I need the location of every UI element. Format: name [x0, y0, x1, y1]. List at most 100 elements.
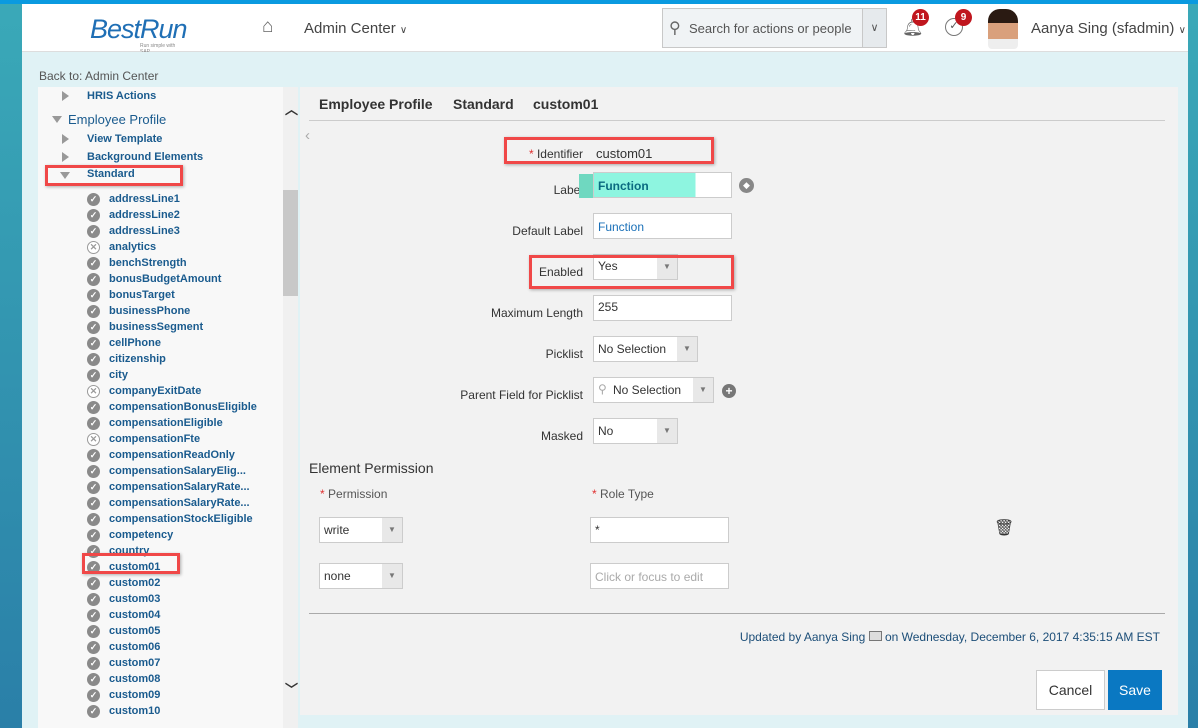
tree-item-field[interactable]: compensationSalaryRate... [109, 497, 250, 509]
tree-item-hris-actions[interactable]: HRIS Actions [87, 90, 156, 102]
sidebar-scrollbar[interactable]: ︿ ﹀ [283, 87, 298, 728]
tree-item-field[interactable]: custom02 [109, 577, 160, 589]
disabled-x-icon: ✕ [87, 433, 100, 446]
tree-item-field[interactable]: custom08 [109, 673, 160, 685]
tree-item-view-template[interactable]: View Template [87, 133, 162, 145]
dropdown-arrow-icon: ▼ [382, 518, 402, 542]
tree-item-field[interactable]: compensationStockEligible [109, 513, 253, 525]
tree-item-field[interactable]: custom06 [109, 641, 160, 653]
enabled-check-icon: ✓ [87, 449, 100, 462]
enabled-check-icon: ✓ [87, 673, 100, 686]
cancel-button[interactable]: Cancel [1036, 670, 1105, 710]
label-fill-marker [579, 174, 594, 198]
tree-item-field[interactable]: compensationBonusEligible [109, 401, 257, 413]
globe-icon[interactable]: ◆ [739, 178, 754, 193]
business-card-icon[interactable] [868, 631, 882, 641]
expand-icon[interactable] [62, 152, 69, 162]
tree-item-field[interactable]: compensationReadOnly [109, 449, 235, 461]
avatar[interactable] [988, 9, 1018, 49]
disabled-x-icon: ✕ [87, 385, 100, 398]
tree-item-field[interactable]: custom04 [109, 609, 160, 621]
tree-item-field[interactable]: businessPhone [109, 305, 190, 317]
parent-field-select[interactable]: ⚲ No Selection ▼ [593, 377, 714, 403]
enabled-check-icon: ✓ [87, 689, 100, 702]
tree-item-field[interactable]: custom05 [109, 625, 160, 637]
label-label: Label [553, 183, 583, 197]
breadcrumb-standard[interactable]: Standard [453, 96, 514, 112]
role-type-input-row2[interactable]: Click or focus to edit [590, 563, 729, 589]
tree-item-field[interactable]: custom07 [109, 657, 160, 669]
dropdown-arrow-icon: ▼ [382, 564, 402, 588]
tree-item-field[interactable]: custom03 [109, 593, 160, 605]
bestrun-logo[interactable]: BestRunRun simple with SAP [90, 14, 188, 55]
role-type-input-row1[interactable]: * [590, 517, 729, 543]
default-label-input[interactable]: Function [593, 213, 732, 239]
breadcrumb-employee-profile[interactable]: Employee Profile [319, 96, 433, 112]
tree-item-field[interactable]: benchStrength [109, 257, 187, 269]
enabled-check-icon: ✓ [87, 337, 100, 350]
tree-item-field[interactable]: addressLine2 [109, 209, 180, 221]
trash-icon[interactable]: 🗑︎ [994, 518, 1014, 538]
tree-item-field[interactable]: citizenship [109, 353, 166, 365]
picklist-select[interactable]: No Selection ▼ [593, 336, 698, 362]
label-input[interactable]: Function [593, 172, 732, 198]
tree-item-field[interactable]: compensationEligible [109, 417, 223, 429]
tree-item-field[interactable]: competency [109, 529, 173, 541]
search-input[interactable]: ⚲ Search for actions or people ∨ [662, 8, 887, 48]
tree-item-field[interactable]: compensationSalaryRate... [109, 481, 250, 493]
collapse-left-icon[interactable]: ‹ [305, 127, 310, 144]
highlight-identifier [504, 137, 714, 164]
chevron-down-icon: ∨ [399, 25, 408, 36]
scroll-up-icon[interactable]: ︿ [285, 99, 298, 118]
max-length-input[interactable]: 255 [593, 295, 732, 321]
enabled-check-icon: ✓ [87, 401, 100, 414]
highlight-custom01 [82, 553, 180, 574]
back-link[interactable]: Back to: Admin Center [39, 69, 158, 83]
tree-item-field[interactable]: cellPhone [109, 337, 161, 349]
updated-by[interactable]: Updated by Aanya Sing [740, 630, 865, 644]
highlight-enabled [529, 255, 734, 289]
tree-item-field[interactable]: companyExitDate [109, 385, 201, 397]
tree-item-field[interactable]: compensationSalaryElig... [109, 465, 246, 477]
enabled-check-icon: ✓ [87, 705, 100, 718]
main-panel: Employee Profile Standard custom01 ‹ * I… [300, 87, 1178, 715]
tree-item-field[interactable]: addressLine1 [109, 193, 180, 205]
enabled-check-icon: ✓ [87, 209, 100, 222]
parent-field-label: Parent Field for Picklist [460, 388, 583, 402]
enabled-check-icon: ✓ [87, 273, 100, 286]
search-dropdown-button[interactable]: ∨ [862, 9, 886, 47]
expand-icon[interactable] [62, 134, 69, 144]
updated-info: Updated by Aanya Sing on Wednesday, Dece… [739, 630, 1160, 644]
tree-item-employee-profile[interactable]: Employee Profile [68, 112, 166, 127]
picklist-label: Picklist [545, 347, 583, 361]
user-menu[interactable]: Aanya Sing (sfadmin) ∨ [1031, 20, 1186, 37]
home-icon[interactable]: ⌂ [262, 16, 273, 38]
dropdown-arrow-icon: ▼ [677, 337, 697, 361]
add-icon[interactable]: + [722, 384, 736, 398]
enabled-check-icon: ✓ [87, 225, 100, 238]
tree-item-field[interactable]: analytics [109, 241, 156, 253]
role-type-placeholder: Click or focus to edit [595, 570, 704, 584]
tree-item-field[interactable]: city [109, 369, 128, 381]
tree-item-field[interactable]: custom09 [109, 689, 160, 701]
tree-item-field[interactable]: compensationFte [109, 433, 200, 445]
save-button[interactable]: Save [1108, 670, 1162, 710]
tree-item-field[interactable]: bonusBudgetAmount [109, 273, 221, 285]
tree-item-field[interactable]: custom10 [109, 705, 160, 717]
permission-select-row2[interactable]: none ▼ [319, 563, 403, 589]
tree-item-background-elements[interactable]: Background Elements [87, 151, 203, 163]
scrollbar-thumb[interactable] [283, 190, 298, 296]
tree-item-field[interactable]: addressLine3 [109, 225, 180, 237]
enabled-check-icon: ✓ [87, 417, 100, 430]
enabled-check-icon: ✓ [87, 353, 100, 366]
todo-badge: 9 [955, 9, 972, 26]
scroll-down-icon[interactable]: ﹀ [285, 679, 298, 698]
expand-icon[interactable] [62, 91, 69, 101]
permission-select-row1[interactable]: write ▼ [319, 517, 403, 543]
masked-select[interactable]: No ▼ [593, 418, 678, 444]
collapse-icon[interactable] [52, 116, 62, 123]
tree-item-field[interactable]: bonusTarget [109, 289, 175, 301]
tree-item-field[interactable]: businessSegment [109, 321, 203, 333]
module-menu[interactable]: Admin Center ∨ [304, 20, 407, 37]
enabled-check-icon: ✓ [87, 577, 100, 590]
